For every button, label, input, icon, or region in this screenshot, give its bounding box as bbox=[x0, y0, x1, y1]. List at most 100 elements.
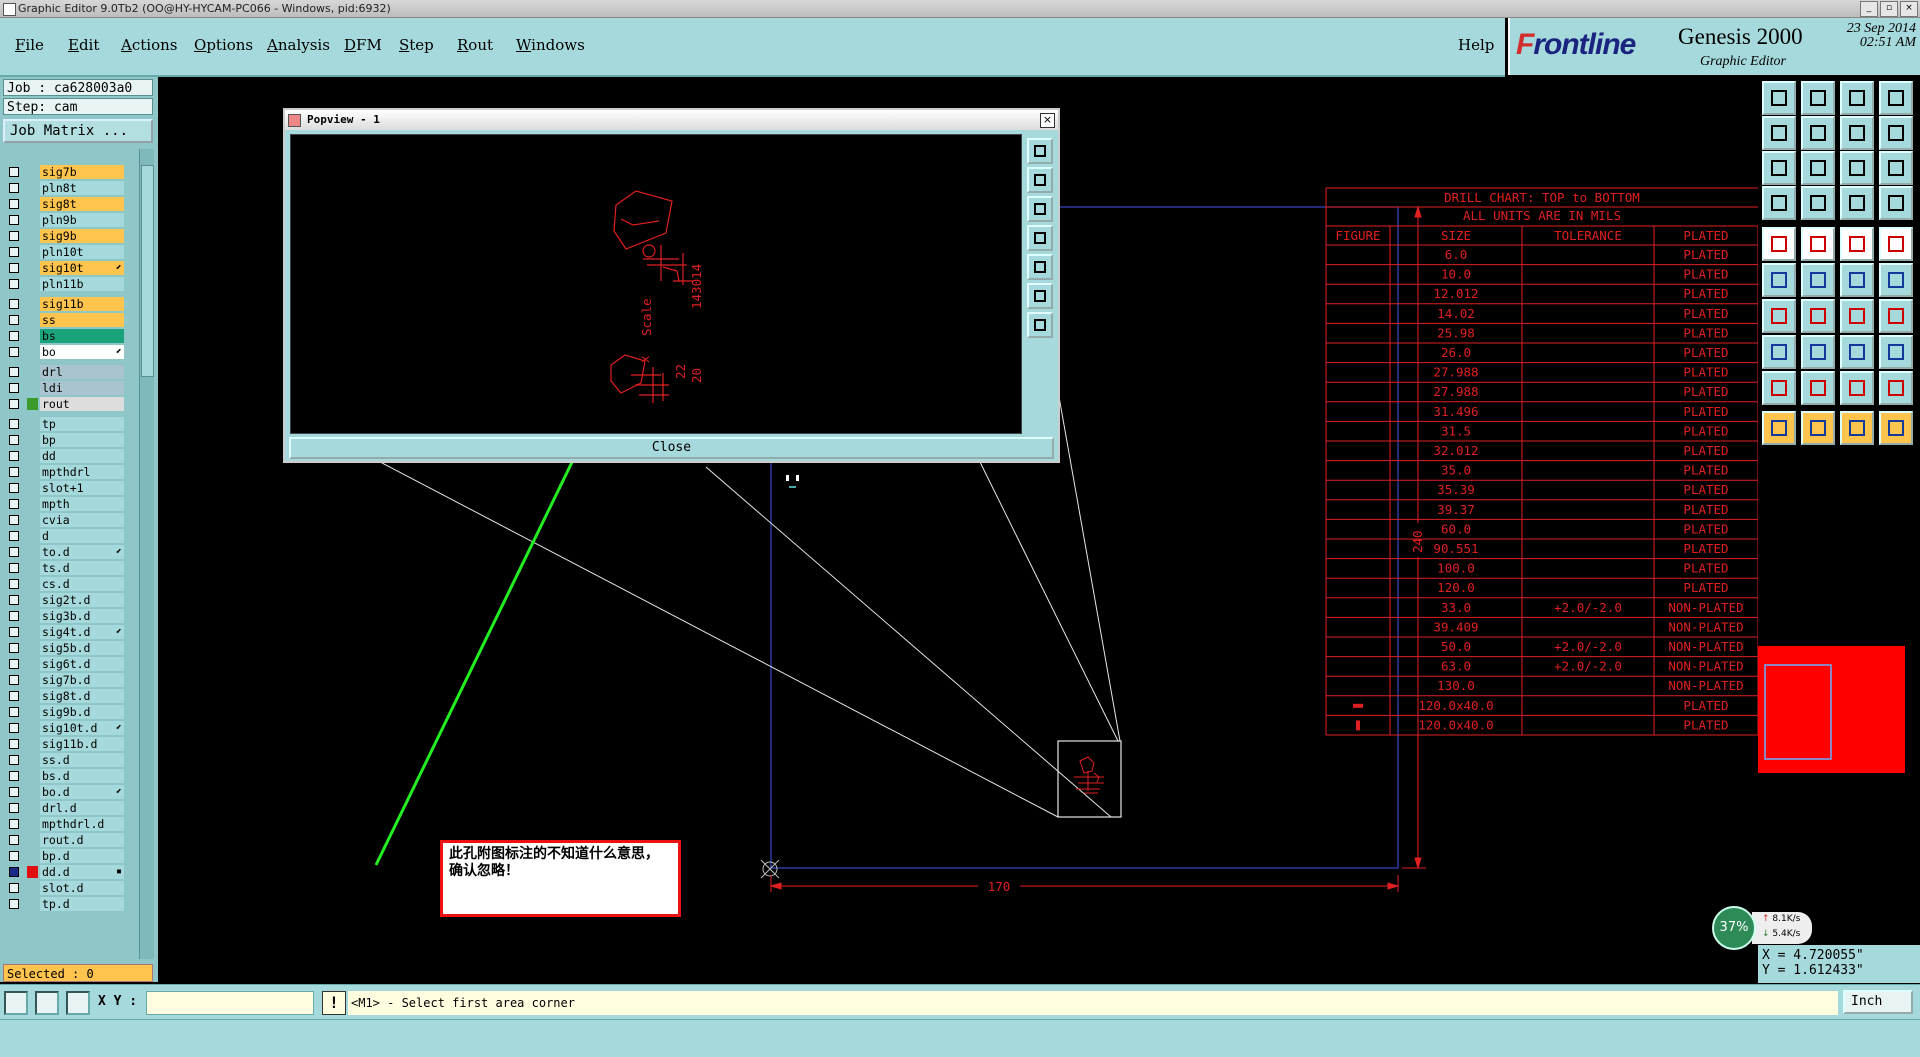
layer-row[interactable]: bp bbox=[3, 433, 125, 447]
layer-name[interactable]: ts.d bbox=[40, 561, 124, 575]
layer-checkbox[interactable] bbox=[9, 279, 19, 289]
layer-row[interactable]: cs.d bbox=[3, 577, 125, 591]
layer-row[interactable]: pln10t bbox=[3, 245, 125, 259]
layer-row[interactable]: tp.d bbox=[3, 897, 125, 911]
layer-name[interactable]: to.d ⬋ bbox=[40, 545, 124, 559]
layer-checkbox[interactable] bbox=[9, 739, 19, 749]
layer-checkbox[interactable] bbox=[9, 755, 19, 765]
layer-checkbox[interactable] bbox=[9, 183, 19, 193]
layer-row[interactable]: sig3b.d bbox=[3, 609, 125, 623]
layer-checkbox[interactable] bbox=[9, 787, 19, 797]
layer-checkbox[interactable] bbox=[9, 347, 19, 357]
layer-name[interactable]: sig9b.d bbox=[40, 705, 124, 719]
pan-left-icon[interactable] bbox=[1762, 116, 1796, 150]
layer-checkbox[interactable] bbox=[9, 483, 19, 493]
pointer-sub-icon[interactable] bbox=[1840, 411, 1874, 445]
layer-checkbox[interactable] bbox=[9, 467, 19, 477]
home-view-icon[interactable] bbox=[1840, 81, 1874, 115]
layer-checkbox[interactable] bbox=[9, 331, 19, 341]
draw-slant-icon[interactable] bbox=[1801, 299, 1835, 333]
layer-checkbox[interactable] bbox=[9, 263, 19, 273]
layer-row[interactable]: slot+1 bbox=[3, 481, 125, 495]
draw-line-icon[interactable] bbox=[1762, 299, 1796, 333]
layer-row[interactable]: rout bbox=[3, 397, 125, 411]
layer-checkbox[interactable] bbox=[9, 399, 19, 409]
layer-row[interactable]: tp bbox=[3, 417, 125, 431]
layer-checkbox[interactable] bbox=[9, 723, 19, 733]
ruler-icon[interactable] bbox=[1840, 227, 1874, 261]
layer-row[interactable]: bo.d ⬋ bbox=[3, 785, 125, 799]
layer-row[interactable]: sig11b bbox=[3, 297, 125, 311]
layer-checkbox[interactable] bbox=[9, 595, 19, 605]
menu-actions[interactable]: Actions bbox=[121, 36, 177, 54]
select-point-icon[interactable] bbox=[1840, 263, 1874, 297]
layer-checkbox[interactable] bbox=[9, 579, 19, 589]
menu-options[interactable]: Options bbox=[194, 36, 253, 54]
layer-name[interactable]: drl bbox=[40, 365, 124, 379]
rotate-icon[interactable] bbox=[1879, 335, 1913, 369]
layer-row[interactable]: pln8t bbox=[3, 181, 125, 195]
zoom-area-icon[interactable] bbox=[1027, 312, 1053, 338]
zoom-fit-icon[interactable] bbox=[1027, 138, 1053, 164]
grid-mode-icon[interactable] bbox=[66, 991, 90, 1015]
pointer-icon[interactable] bbox=[1762, 411, 1796, 445]
layer-row[interactable]: sig7b.d bbox=[3, 673, 125, 687]
layer-checkbox[interactable] bbox=[9, 899, 19, 909]
menu-rout[interactable]: Rout bbox=[457, 36, 493, 54]
pad-icon[interactable] bbox=[1762, 227, 1796, 261]
arc-icon[interactable] bbox=[1840, 299, 1874, 333]
minimize-button[interactable]: _ bbox=[1860, 1, 1878, 17]
menu-help[interactable]: Help bbox=[1458, 36, 1494, 54]
zoom-out-icon[interactable] bbox=[1027, 196, 1053, 222]
xy-input[interactable] bbox=[146, 991, 314, 1015]
menu-file[interactable]: File bbox=[15, 36, 44, 54]
layer-row[interactable]: sig9b.d bbox=[3, 705, 125, 719]
move-icon[interactable] bbox=[1801, 263, 1835, 297]
message-icon[interactable]: ! bbox=[322, 991, 346, 1015]
layer-checkbox[interactable] bbox=[9, 247, 19, 257]
layer-checkbox[interactable] bbox=[9, 499, 19, 509]
layer-row[interactable]: ts.d bbox=[3, 561, 125, 575]
layer-row[interactable]: bo ⬋ bbox=[3, 345, 125, 359]
layer-row[interactable]: bs.d bbox=[3, 769, 125, 783]
layer-checkbox[interactable] bbox=[9, 215, 19, 225]
layer-name[interactable]: slot.d bbox=[40, 881, 124, 895]
units-selector[interactable]: Inch bbox=[1843, 990, 1913, 1014]
layer-checkbox[interactable] bbox=[9, 451, 19, 461]
layer-name[interactable]: mpth bbox=[40, 497, 124, 511]
layer-name[interactable]: pln9b bbox=[40, 213, 124, 227]
layer-name[interactable]: rout.d bbox=[40, 833, 124, 847]
layer-row[interactable]: sig6t.d bbox=[3, 657, 125, 671]
triangle-c-icon[interactable] bbox=[1879, 371, 1913, 405]
layer-name[interactable]: sig7b bbox=[40, 165, 124, 179]
layer-name[interactable]: sig8t bbox=[40, 197, 124, 211]
layer-checkbox[interactable] bbox=[9, 547, 19, 557]
layer-name[interactable]: bp.d bbox=[40, 849, 124, 863]
layer-name[interactable]: bo ⬋ bbox=[40, 345, 124, 359]
layer-row[interactable]: sig9b bbox=[3, 229, 125, 243]
zoom-area-icon[interactable] bbox=[1801, 151, 1835, 185]
layer-name[interactable]: sig10t.d ⬋ bbox=[40, 721, 124, 735]
layer-checkbox[interactable] bbox=[9, 659, 19, 669]
redraw-icon[interactable] bbox=[1840, 116, 1874, 150]
add-point-icon[interactable] bbox=[1879, 263, 1913, 297]
layer-name[interactable]: mpthdrl bbox=[40, 465, 124, 479]
layer-checkbox[interactable] bbox=[9, 315, 19, 325]
copy-icon[interactable] bbox=[1762, 335, 1796, 369]
layer-checkbox[interactable] bbox=[9, 707, 19, 717]
layer-name[interactable]: sig5b.d bbox=[40, 641, 124, 655]
layer-row[interactable]: d bbox=[3, 529, 125, 543]
menu-windows[interactable]: Windows bbox=[516, 36, 585, 54]
menu-step[interactable]: Step bbox=[399, 36, 434, 54]
layer-name[interactable]: d bbox=[40, 529, 124, 543]
layer-name[interactable]: ss bbox=[40, 313, 124, 327]
layer-name[interactable]: drl.d bbox=[40, 801, 124, 815]
layer-row[interactable]: sig10t ⬋ bbox=[3, 261, 125, 275]
triangle-a-icon[interactable] bbox=[1801, 371, 1835, 405]
layer-name[interactable]: bs.d bbox=[40, 769, 124, 783]
layer-name[interactable]: bo.d ⬋ bbox=[40, 785, 124, 799]
layer-name[interactable]: dd.d ▪ bbox=[40, 865, 124, 879]
scroll-thumb[interactable] bbox=[141, 165, 154, 377]
layer-checkbox[interactable] bbox=[9, 675, 19, 685]
layer-name[interactable]: sig7b.d bbox=[40, 673, 124, 687]
